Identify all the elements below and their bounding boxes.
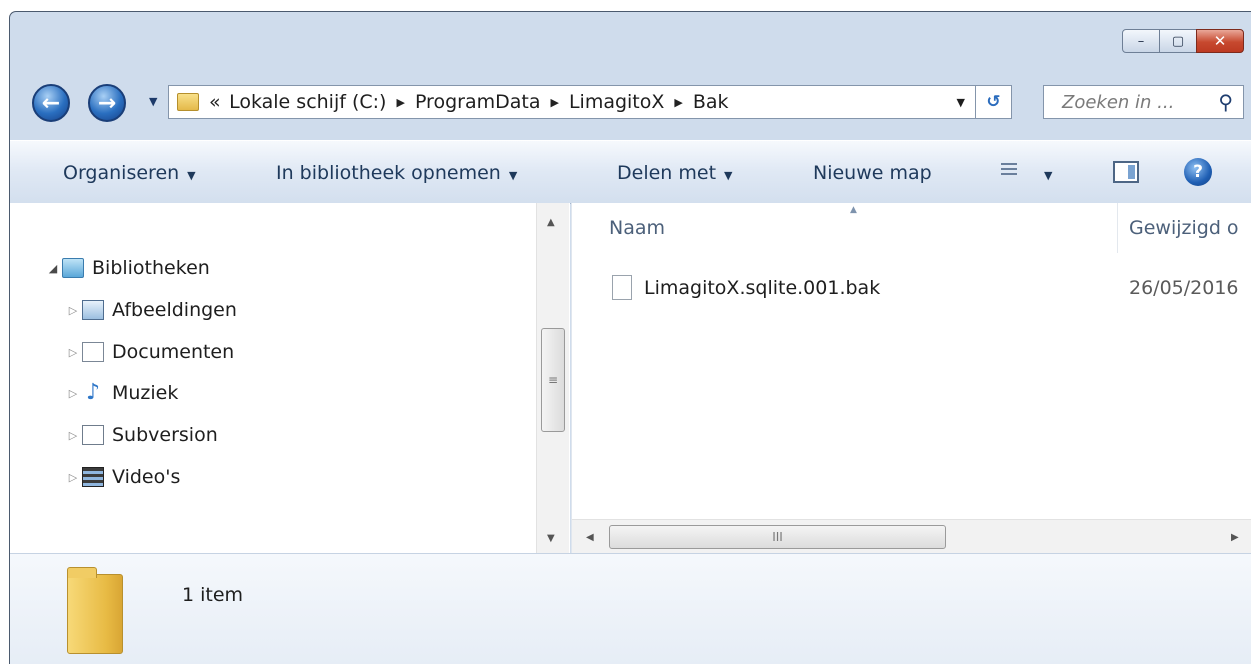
documents-icon — [82, 342, 104, 362]
caption-buttons: – ▢ ✕ — [1122, 29, 1244, 53]
collapsed-arrow-icon[interactable]: ▷ — [64, 346, 82, 359]
share-with-label: Delen met — [617, 162, 717, 184]
collapsed-arrow-icon[interactable]: ▷ — [64, 471, 82, 484]
expanded-arrow-icon[interactable]: ◢ — [44, 262, 62, 275]
sidebar-item-label: Afbeeldingen — [112, 299, 237, 321]
file-name: LimagitoX.sqlite.001.bak — [644, 276, 881, 299]
file-list-pane: ▲ Naam Gewijzigd o LimagitoX.sqlite.001.… — [571, 203, 1251, 554]
minimize-button[interactable]: – — [1122, 29, 1160, 53]
sidebar-item-videos[interactable]: ▷ Video's — [64, 466, 181, 488]
forward-button[interactable]: → — [88, 84, 126, 122]
breadcrumb-overflow[interactable]: « — [209, 91, 221, 113]
sidebar-item-subversion[interactable]: ▷ Subversion — [64, 424, 218, 446]
breadcrumb-item[interactable]: Lokale schijf (C:) — [229, 91, 386, 113]
navigation-pane: ◢ Bibliotheken ▷ Afbeeldingen ▷ Document… — [10, 203, 570, 553]
folder-icon — [67, 567, 123, 654]
item-count: 1 item — [182, 584, 244, 606]
search-placeholder: Zoeken in ... — [1062, 91, 1175, 113]
column-header-name[interactable]: Naam — [609, 217, 665, 239]
videos-icon — [82, 467, 104, 487]
collapsed-arrow-icon[interactable]: ▷ — [64, 304, 82, 317]
horizontal-scrollbar[interactable]: ◀ III ▶ — [572, 519, 1251, 554]
sort-ascending-icon: ▲ — [850, 205, 857, 215]
breadcrumb-item[interactable]: ProgramData — [415, 91, 541, 113]
details-pane: 1 item — [10, 553, 1251, 664]
file-modified-date: 26/05/2016 — [1129, 277, 1239, 299]
scrollbar-thumb[interactable]: III — [609, 525, 946, 549]
maximize-button[interactable]: ▢ — [1159, 29, 1197, 53]
scroll-right-arrow-icon[interactable]: ▶ — [1231, 532, 1239, 543]
chevron-down-icon: ▼ — [508, 169, 518, 182]
include-in-library-label: In bibliotheek opnemen — [276, 162, 501, 184]
folder-icon — [177, 93, 199, 111]
address-bar[interactable]: « ▶ Lokale schijf (C:) ▶ ProgramData ▶ L… — [168, 85, 976, 119]
sidebar-item-label: Subversion — [112, 424, 218, 446]
column-divider[interactable] — [1117, 203, 1118, 253]
new-folder-button[interactable]: Nieuwe map — [813, 162, 932, 184]
chevron-down-icon: ▼ — [187, 169, 196, 182]
breadcrumb-item[interactable]: LimagitoX — [569, 91, 664, 113]
chevron-down-icon: ▼ — [1044, 169, 1053, 182]
library-icon — [62, 258, 84, 278]
sidebar-item-label: Documenten — [112, 341, 235, 363]
breadcrumb-item[interactable]: Bak — [693, 91, 729, 113]
sidebar-item-label: Muziek — [112, 382, 179, 404]
include-in-library-menu[interactable]: In bibliotheek opnemen ▼ — [276, 162, 517, 184]
scroll-left-arrow-icon[interactable]: ◀ — [586, 532, 594, 543]
collapsed-arrow-icon[interactable]: ▷ — [64, 387, 82, 400]
sidebar-item-label: Video's — [112, 466, 181, 488]
sidebar-item-label: Bibliotheken — [92, 257, 210, 279]
sidebar-item-bibliotheken[interactable]: ◢ Bibliotheken — [44, 257, 210, 279]
help-icon[interactable]: ? — [1184, 158, 1212, 186]
recent-pages-dropdown[interactable]: ▼ — [149, 95, 157, 108]
file-icon — [612, 275, 632, 300]
explorer-window: – ▢ ✕ ← → ▼ « ▶ Lokale schijf (C:) ▶ Pro… — [9, 11, 1251, 664]
command-bar: Organiseren ▼ In bibliotheek opnemen ▼ Del… — [10, 140, 1251, 204]
chevron-right-icon[interactable]: ▶ — [674, 96, 682, 109]
view-options-dropdown[interactable]: ▼ — [1044, 162, 1052, 184]
address-dropdown-icon[interactable]: ▼ — [957, 96, 965, 109]
pictures-icon — [82, 300, 104, 320]
collapsed-arrow-icon[interactable]: ▷ — [64, 429, 82, 442]
search-icon[interactable]: ⚲ — [1218, 90, 1233, 114]
sidebar-item-afbeeldingen[interactable]: ▷ Afbeeldingen — [64, 299, 237, 321]
navigation-scrollbar[interactable]: ▲ ≡ ▼ — [536, 203, 569, 553]
back-button[interactable]: ← — [32, 84, 70, 122]
sidebar-item-documenten[interactable]: ▷ Documenten — [64, 341, 234, 363]
view-options-icon[interactable] — [1001, 163, 1017, 179]
search-input[interactable]: Zoeken in ... ⚲ — [1043, 85, 1244, 119]
chevron-right-icon[interactable]: ▶ — [550, 96, 558, 109]
music-icon: ♪ — [85, 380, 101, 405]
scroll-down-arrow-icon[interactable]: ▼ — [547, 533, 555, 544]
chevron-down-icon: ▼ — [724, 169, 733, 182]
navigation-row: ← → ▼ « ▶ Lokale schijf (C:) ▶ ProgramDa… — [10, 81, 1251, 125]
chevron-right-icon[interactable]: ▶ — [396, 96, 404, 109]
scrollbar-thumb[interactable]: ≡ — [541, 328, 565, 432]
column-header-modified[interactable]: Gewijzigd o — [1129, 217, 1239, 239]
organize-label: Organiseren — [63, 162, 180, 184]
file-row[interactable]: LimagitoX.sqlite.001.bak — [612, 275, 880, 300]
share-with-menu[interactable]: Delen met ▼ — [617, 162, 733, 184]
sidebar-item-muziek[interactable]: ▷ ♪ Muziek — [64, 380, 179, 405]
scroll-up-arrow-icon[interactable]: ▲ — [547, 217, 555, 228]
preview-pane-icon[interactable] — [1113, 161, 1139, 183]
subversion-icon — [82, 425, 104, 445]
refresh-button[interactable]: ↺ — [976, 85, 1012, 119]
organize-menu[interactable]: Organiseren ▼ — [63, 162, 196, 184]
close-button[interactable]: ✕ — [1196, 29, 1244, 53]
